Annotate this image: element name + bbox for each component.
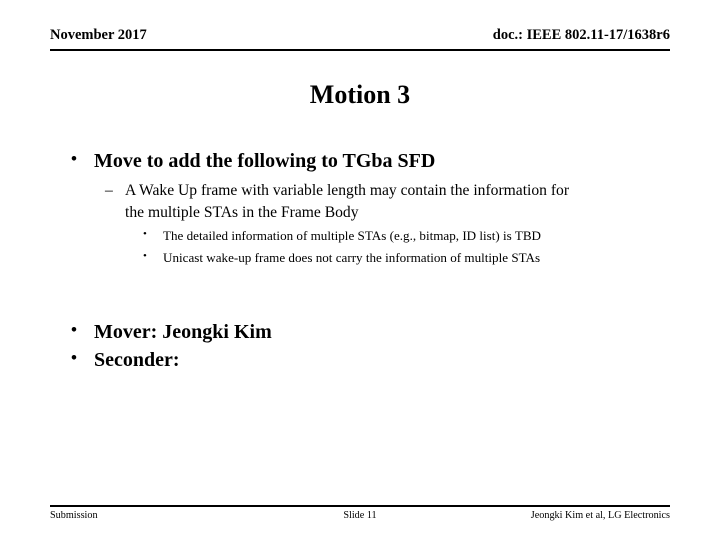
page-title: Motion 3 bbox=[309, 80, 411, 109]
bullet-item-wake-up-frame: – A Wake Up frame with variable length m… bbox=[50, 180, 675, 222]
header-divider bbox=[50, 49, 670, 51]
header-document-id: doc.: IEEE 802.11-17/1638r6 bbox=[492, 27, 670, 43]
bullet-marker-icon: • bbox=[71, 348, 77, 368]
bullet-marker-icon: • bbox=[143, 227, 147, 240]
slide-footer: Submission Slide 11 Jeongki Kim et al, L… bbox=[50, 510, 670, 522]
bullet-label: Mover: Jeongki Kim bbox=[94, 320, 272, 343]
footer-author-affiliation: Jeongki Kim et al, LG Electronics bbox=[530, 510, 670, 521]
slide: November 2017 doc.: IEEE 802.11-17/1638r… bbox=[0, 0, 720, 540]
footer-submission-label: Submission bbox=[50, 510, 98, 521]
bullet-label: A Wake Up frame with variable length may… bbox=[125, 182, 570, 221]
slide-body: • Move to add the following to TGba SFD … bbox=[50, 148, 675, 375]
footer-divider bbox=[50, 505, 670, 507]
footer-slide-number: Slide 11 bbox=[343, 510, 377, 521]
dash-marker-icon: – bbox=[105, 182, 113, 200]
slide-header: November 2017 doc.: IEEE 802.11-17/1638r… bbox=[50, 27, 670, 44]
bullet-item-seconder: • Seconder: bbox=[50, 347, 675, 373]
bullet-marker-icon: • bbox=[71, 149, 77, 168]
bullet-item-motion-text: • Move to add the following to TGba SFD bbox=[50, 148, 675, 174]
bullet-item-detailed-information: • The detailed information of multiple S… bbox=[50, 227, 675, 245]
header-date: November 2017 bbox=[50, 27, 147, 43]
bullet-marker-icon: • bbox=[143, 249, 147, 262]
bullet-label: Move to add the following to TGba SFD bbox=[94, 150, 436, 172]
bullet-label: Seconder: bbox=[94, 349, 180, 372]
bullet-label: Unicast wake-up frame does not carry the… bbox=[163, 249, 541, 265]
bullet-label: The detailed information of multiple STA… bbox=[163, 227, 542, 243]
bullet-item-mover: • Mover: Jeongki Kim bbox=[50, 319, 675, 345]
bullet-item-unicast-wake-up: • Unicast wake-up frame does not carry t… bbox=[50, 249, 675, 267]
bullet-marker-icon: • bbox=[71, 319, 77, 339]
